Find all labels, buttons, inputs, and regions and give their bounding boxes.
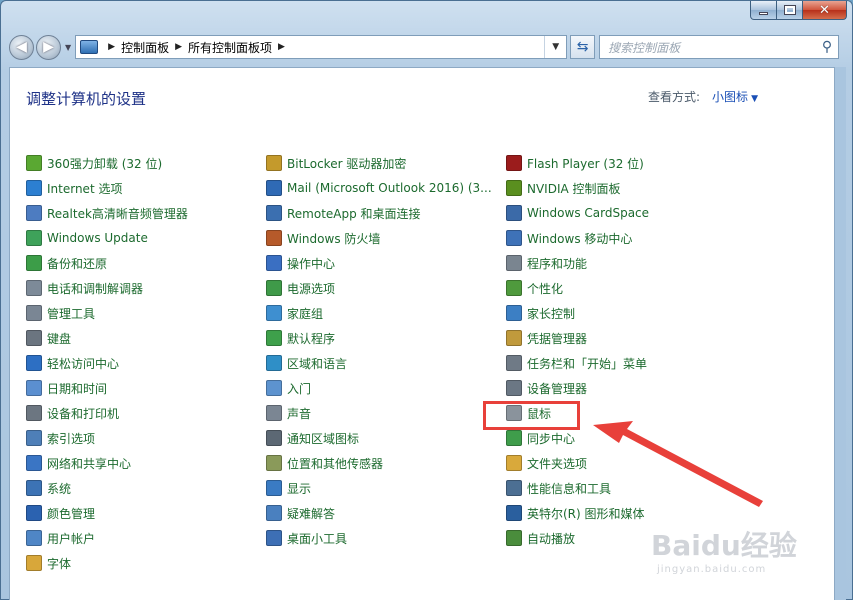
annotation-arrow: [593, 421, 763, 507]
control-panel-window: ✕ ◀ ▶ ▼ ▶ 控制面板 ▶ 所有控制面板项 ▶ ▼ ⇆ 搜索控制面板 ⚲ …: [0, 0, 853, 600]
watermark-brand-cn: 经验: [740, 529, 797, 562]
watermark: Baidu经验 jingyan.baidu.com: [651, 524, 797, 575]
watermark-url: jingyan.baidu.com: [657, 564, 767, 575]
watermark-brand-mid: du: [700, 529, 741, 562]
annotation-arrow-icon: [593, 421, 763, 507]
watermark-brand: Bai: [651, 529, 701, 562]
